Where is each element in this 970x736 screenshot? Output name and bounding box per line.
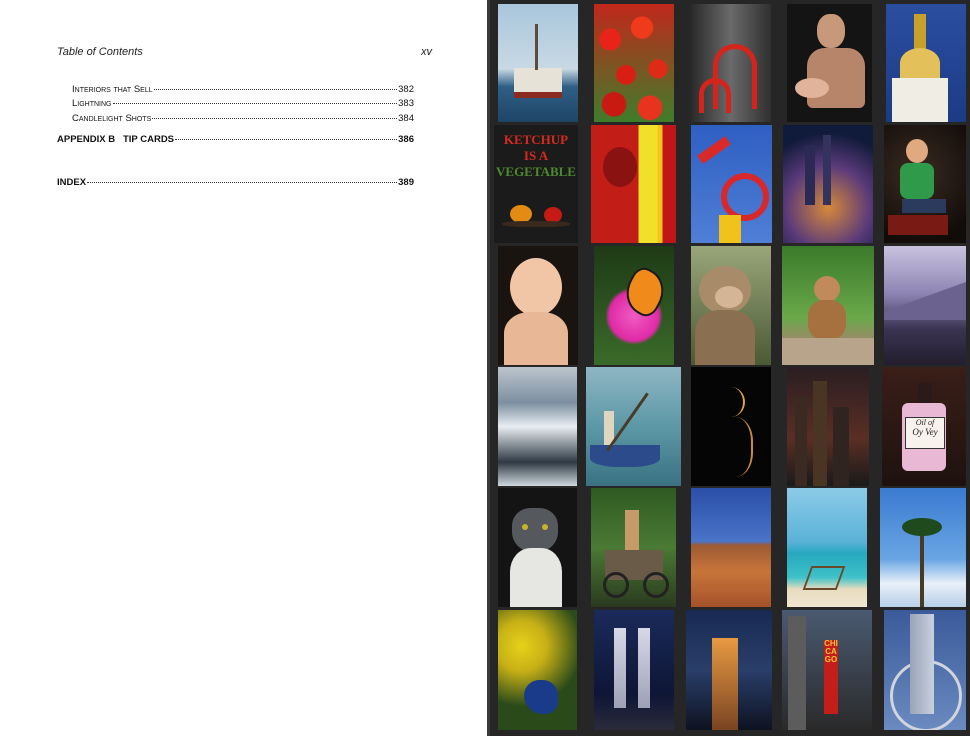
photo-woman-silhouette[interactable]	[691, 367, 771, 486]
photo-gray-cat[interactable]	[498, 488, 577, 607]
photo-boat-harbor[interactable]	[498, 4, 578, 122]
chicago-sign: CHICAGO	[824, 640, 838, 714]
toc-entry-label: Interiors that Sell	[72, 84, 153, 95]
toc-entry-index[interactable]: INDEX 389	[57, 177, 414, 188]
photo-red-tulips[interactable]	[594, 4, 674, 122]
photo-steel-globe[interactable]	[884, 610, 966, 730]
photo-mountain-dusk[interactable]	[884, 246, 966, 365]
toc-entry-interiors[interactable]: Interiors that Sell 382	[72, 84, 414, 95]
photo-red-sculpture[interactable]	[691, 4, 771, 122]
photo-fisherman-boat[interactable]	[586, 367, 681, 486]
toc-entry-page: 384	[398, 113, 414, 124]
bottle-label: Oil of Oy Vey	[905, 417, 945, 449]
photo-red-crane[interactable]	[691, 125, 772, 243]
toc-leader-dots	[153, 89, 398, 90]
toc-leader-dots	[152, 118, 398, 119]
page-header: Table of Contents xv	[57, 46, 432, 62]
photo-peacock-flowers[interactable]	[498, 610, 577, 730]
photo-boy-sitting[interactable]	[884, 125, 966, 243]
photo-twin-towers[interactable]	[594, 610, 674, 730]
photo-city-night-blur[interactable]	[783, 125, 873, 243]
photo-chicago-theatre[interactable]: CHICAGO	[782, 610, 872, 730]
toc-entry-label: Candlelight Shots	[72, 113, 152, 124]
photo-palm-trees[interactable]	[880, 488, 966, 607]
photo-tower-night[interactable]	[686, 610, 772, 730]
photo-monkey-closeup[interactable]	[691, 246, 771, 365]
photo-red-yellow-abstract[interactable]	[591, 125, 676, 243]
photo-beach-chair[interactable]	[787, 488, 867, 607]
document-page: Table of Contents xv Interiors that Sell…	[0, 0, 487, 736]
toc-entry-label: INDEX	[57, 177, 87, 188]
photo-glacier-lake[interactable]	[498, 367, 577, 486]
photo-butterfly-flower[interactable]	[594, 246, 674, 365]
toc-leader-dots	[112, 103, 398, 104]
page-header-title: Table of Contents	[57, 46, 143, 58]
photo-city-night[interactable]	[787, 367, 869, 486]
toc-entry-label: APPENDIX B TIP CARDS	[57, 134, 175, 145]
photo-ketchup-poster[interactable]: KETCHUP IS A VEGETABLE	[494, 125, 578, 243]
toc-leader-dots	[87, 182, 398, 183]
photo-father-baby[interactable]	[787, 4, 872, 122]
photo-stupa-temple[interactable]	[886, 4, 966, 122]
toc-entry-page: 383	[398, 98, 414, 109]
toc-entry-page: 389	[398, 177, 414, 188]
photo-man-cart[interactable]	[591, 488, 676, 607]
toc-entry-page: 386	[398, 134, 414, 145]
photo-desert-dunes[interactable]	[691, 488, 771, 607]
toc-entry-lightning[interactable]: Lightning 383	[72, 98, 414, 109]
photo-gallery: KETCHUP IS A VEGETABLE Oil of Oy Vey CHI…	[490, 0, 970, 736]
toc-entry-label: Lightning	[72, 98, 112, 109]
toc-entry-appendix-b[interactable]: APPENDIX B TIP CARDS 386	[57, 134, 414, 145]
page-number: xv	[421, 46, 432, 58]
photo-baby-portrait[interactable]	[498, 246, 578, 365]
ketchup-text: KETCHUP IS A VEGETABLE	[496, 132, 576, 179]
photo-perfume-bottle[interactable]: Oil of Oy Vey	[882, 367, 966, 486]
toc-entry-page: 382	[398, 84, 414, 95]
photo-monkey-rock[interactable]	[782, 246, 874, 365]
toc-leader-dots	[175, 139, 398, 140]
toc-entry-candlelight[interactable]: Candlelight Shots 384	[72, 113, 414, 124]
